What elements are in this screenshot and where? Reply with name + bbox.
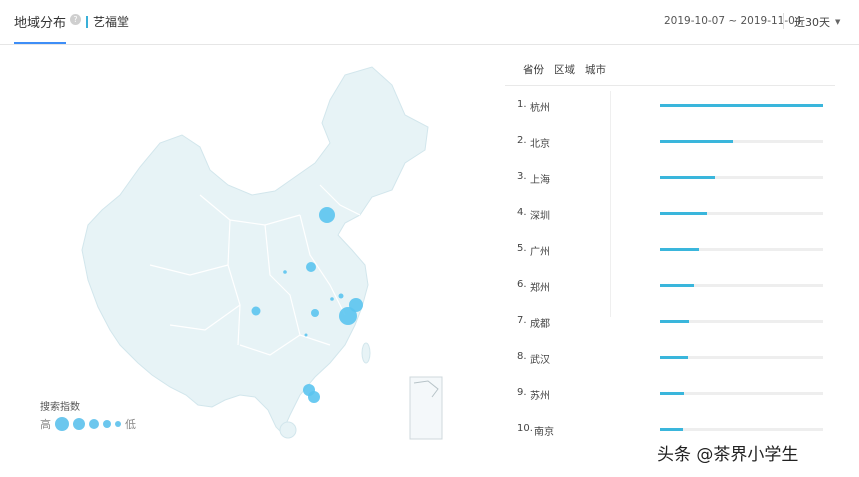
divider: [505, 85, 835, 86]
rank-bar-fill: [660, 392, 685, 395]
rank-bar-fill: [660, 428, 683, 431]
ranking-row[interactable]: 8. 武汉: [505, 347, 845, 367]
ranking-row[interactable]: 4. 深圳: [505, 203, 845, 223]
legend-low-label: 低: [125, 418, 136, 431]
rank-number: 7.: [517, 315, 527, 326]
keyword-chip[interactable]: 艺福堂: [86, 13, 129, 30]
tab-region-distribution[interactable]: 地域分布 ?: [14, 12, 82, 44]
rank-city-name: 苏州: [530, 391, 550, 402]
bubble-shenzhen[interactable]: [308, 391, 320, 403]
bubble-chengdu[interactable]: [251, 306, 261, 316]
rank-number: 1.: [517, 99, 527, 110]
rank-bar-track: [660, 176, 823, 179]
rank-bar-track: [660, 104, 823, 107]
active-tab-underline: [14, 42, 66, 44]
china-map-shape: [81, 66, 429, 434]
ranking-panel: 省份 区域 城市 1. 杭州 2. 北京 3. 上海 4. 深圳 5. 广州 6. 郑州 7. 成都 8. 武…: [505, 45, 859, 477]
filter-province[interactable]: 省份: [523, 62, 544, 77]
filter-region[interactable]: 区域: [554, 62, 575, 77]
rank-number: 5.: [517, 243, 527, 254]
map-legend: 搜索指数 高 低: [40, 398, 136, 432]
legend-circle: [89, 419, 99, 429]
rank-number: 3.: [517, 171, 527, 182]
rank-number: 9.: [517, 387, 527, 398]
ranking-row[interactable]: 1. 杭州: [505, 95, 845, 115]
watermark: 头条 @茶界小学生: [657, 440, 799, 465]
rank-bar-track: [660, 212, 823, 215]
ranking-row[interactable]: 6. 郑州: [505, 275, 845, 295]
bubble-wuhan[interactable]: [311, 309, 319, 317]
rank-number: 10.: [517, 423, 533, 434]
bubble-zhengzhou[interactable]: [306, 262, 316, 272]
keyword-label: 艺福堂: [93, 15, 130, 29]
hainan-island-shape: [279, 421, 297, 439]
ranking-row[interactable]: 9. 苏州: [505, 383, 845, 403]
rank-bar-track: [660, 356, 823, 359]
rank-city-name: 北京: [530, 139, 550, 150]
rank-bar-fill: [660, 284, 695, 287]
ranking-row[interactable]: 5. 广州: [505, 239, 845, 259]
rank-city-name: 成都: [530, 319, 550, 330]
rank-bar-fill: [660, 248, 700, 251]
rank-bar-track: [660, 284, 823, 287]
bubble-hefei[interactable]: [330, 297, 334, 301]
ranking-row[interactable]: 7. 成都: [505, 311, 845, 331]
top-bar: 地域分布 ? 艺福堂 2019-10-07 ~ 2019-11-04 近30天 …: [0, 0, 859, 45]
taiwan-island-shape: [361, 342, 371, 364]
rank-bar-fill: [660, 212, 708, 215]
bubble-hangzhou[interactable]: [339, 307, 357, 325]
rank-bar-fill: [660, 140, 734, 143]
info-icon[interactable]: ?: [70, 14, 82, 25]
rank-number: 2.: [517, 135, 527, 146]
date-range[interactable]: 2019-10-07 ~ 2019-11-04: [664, 15, 802, 27]
ranking-row[interactable]: 3. 上海: [505, 167, 845, 187]
legend-circle: [115, 421, 121, 427]
rank-bar-track: [660, 140, 823, 143]
bubble-changsha[interactable]: [304, 333, 308, 337]
rank-bar-fill: [660, 176, 716, 179]
filter-city[interactable]: 城市: [585, 62, 606, 77]
rank-city-name: 上海: [530, 175, 550, 186]
ranking-row[interactable]: 2. 北京: [505, 131, 845, 151]
rank-number: 4.: [517, 207, 527, 218]
bubble-nanjing[interactable]: [338, 293, 344, 299]
rank-bar-fill: [660, 320, 690, 323]
rank-city-name: 深圳: [530, 211, 550, 222]
south-china-sea-inset: [409, 376, 443, 440]
rank-number: 6.: [517, 279, 527, 290]
legend-circle: [103, 420, 111, 428]
period-select[interactable]: 近30天 ▼: [794, 14, 840, 30]
legend-title: 搜索指数: [40, 402, 80, 413]
rank-bar-track: [660, 320, 823, 323]
rank-bar-track: [660, 248, 823, 251]
tab-label: 地域分布: [14, 16, 67, 31]
page: 地域分布 ? 艺福堂 2019-10-07 ~ 2019-11-04 近30天 …: [0, 0, 859, 477]
rank-city-name: 郑州: [530, 283, 550, 294]
caret-down-icon: ▼: [835, 18, 841, 26]
rank-city-name: 南京: [534, 427, 554, 438]
keyword-color-marker: [86, 15, 88, 28]
divider: [783, 13, 784, 29]
rank-city-name: 广州: [530, 247, 550, 258]
rank-bar-track: [660, 428, 823, 431]
legend-circle: [55, 417, 69, 431]
ranking-row[interactable]: 10. 南京: [505, 419, 845, 439]
rank-number: 8.: [517, 351, 527, 362]
legend-high-label: 高: [40, 418, 51, 431]
legend-circle: [73, 418, 85, 430]
rank-bar-fill: [660, 356, 688, 359]
rank-bar-track: [660, 392, 823, 395]
rank-city-name: 杭州: [530, 103, 550, 114]
ranking-filters: 省份 区域 城市: [523, 62, 606, 77]
bubble-beijing[interactable]: [319, 207, 335, 223]
rank-city-name: 武汉: [530, 355, 550, 366]
period-label: 近30天: [794, 16, 830, 29]
bubble-xian[interactable]: [283, 270, 287, 274]
legend-scale: 高 低: [40, 416, 136, 432]
rank-bar-fill: [660, 104, 823, 107]
